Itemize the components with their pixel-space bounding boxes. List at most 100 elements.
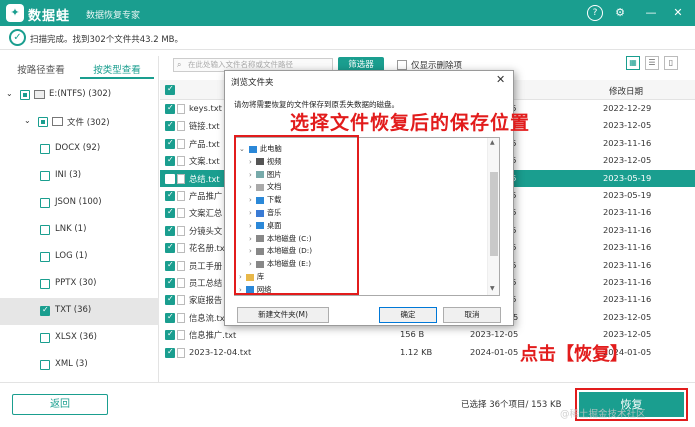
annotation-highlight-box xyxy=(234,135,359,295)
text-file-icon xyxy=(177,156,185,167)
text-file-icon xyxy=(177,173,185,184)
file-name: 信息推广.txt xyxy=(189,330,237,341)
select-all-checkbox[interactable] xyxy=(165,84,175,95)
row-checkbox[interactable] xyxy=(165,347,175,358)
row-checkbox[interactable] xyxy=(165,225,175,236)
tree-item-label: XML (3) xyxy=(55,359,88,369)
tree-item[interactable]: ⌄ E:(NTFS) (302) xyxy=(0,82,159,109)
chevron-down-icon[interactable]: ⌄ xyxy=(24,116,31,125)
file-size: 1.12 KB xyxy=(400,346,433,357)
tree-item-label: LNK (1) xyxy=(55,224,87,234)
tree-item-label: JSON (100) xyxy=(55,197,102,207)
text-file-icon xyxy=(177,104,185,114)
row-checkbox[interactable] xyxy=(165,277,175,288)
text-file-icon xyxy=(177,330,185,341)
close-button[interactable]: ✕ xyxy=(670,5,686,21)
row-checkbox[interactable] xyxy=(165,312,175,323)
scan-status-text: 扫描完成。找到302个文件共43.2 MB。 xyxy=(30,35,184,45)
file-name: 文案.txt xyxy=(189,156,220,167)
file-modified-date: 2023-05-19 xyxy=(603,172,652,183)
dialog-close-icon[interactable]: ✕ xyxy=(496,73,505,86)
tree-item[interactable]: INI (3) xyxy=(0,163,159,190)
tree-checkbox[interactable] xyxy=(38,117,48,127)
file-name: keys.txt xyxy=(189,103,222,113)
tree-checkbox[interactable] xyxy=(40,198,50,208)
tree-item-label: TXT (36) xyxy=(55,305,92,315)
row-checkbox[interactable] xyxy=(165,190,175,201)
tree-item-label: INI (3) xyxy=(55,170,82,180)
file-name: 家庭报告 xyxy=(189,295,223,306)
tree-item[interactable]: LNK (1) xyxy=(0,217,159,244)
app-subtitle: 数据恢复专家 xyxy=(86,11,141,21)
tree-scrollbar[interactable]: ▲ ▼ xyxy=(487,138,499,295)
list-view-icon[interactable]: ☰ xyxy=(645,56,659,70)
settings-icon[interactable]: ⚙ xyxy=(612,5,628,21)
dialog-cancel-button[interactable]: 取消 xyxy=(443,307,501,323)
dialog-title: 浏览文件夹 xyxy=(231,78,274,88)
file-name: 产品.txt xyxy=(189,138,220,149)
show-deleted-checkbox[interactable] xyxy=(397,60,407,70)
dialog-ok-button[interactable]: 确定 xyxy=(379,307,437,323)
tree-item[interactable]: TXT (36) xyxy=(0,298,159,325)
tree-checkbox[interactable] xyxy=(40,225,50,235)
tree-item[interactable]: JSON (100) xyxy=(0,190,159,217)
row-checkbox[interactable] xyxy=(165,120,175,132)
tree-checkbox[interactable] xyxy=(40,171,50,181)
file-name: 员工手册 xyxy=(189,260,223,271)
file-name: 信息流.txt xyxy=(189,312,228,323)
check-circle-icon: ✓ xyxy=(9,29,26,46)
tree-item[interactable]: LOG (1) xyxy=(0,244,159,271)
selection-summary: 已选择 36个项目/ 153 KB xyxy=(461,400,562,410)
grid-view-icon[interactable]: ▦ xyxy=(626,56,640,70)
file-name: 文案汇总 xyxy=(189,208,223,219)
tree-checkbox[interactable] xyxy=(40,144,50,154)
file-modified-date: 2023-11-16 xyxy=(603,207,652,218)
tree-scrollbar-thumb[interactable] xyxy=(490,172,498,256)
row-checkbox[interactable] xyxy=(165,103,175,114)
file-name: 链接.txt xyxy=(189,121,220,132)
row-checkbox[interactable] xyxy=(165,294,175,306)
app-logo-icon: ✦ xyxy=(6,4,24,22)
row-checkbox[interactable] xyxy=(165,260,175,271)
tree-checkbox[interactable] xyxy=(40,252,50,262)
tree-item[interactable]: PPTX (30) xyxy=(0,271,159,298)
tab-by-type[interactable]: 按类型查看 xyxy=(80,62,154,79)
preview-view-icon[interactable]: ▯ xyxy=(664,56,678,70)
file-modified-date: 2023-12-05 xyxy=(603,155,652,166)
text-file-icon xyxy=(177,243,185,254)
tree-item[interactable]: DOCX (92) xyxy=(0,136,159,163)
file-modified-date: 2023-11-16 xyxy=(603,294,652,305)
minimize-button[interactable]: — xyxy=(643,5,659,21)
tree-checkbox[interactable] xyxy=(40,360,50,370)
row-checkbox[interactable] xyxy=(165,138,175,149)
file-modified-date: 2023-11-16 xyxy=(603,224,652,235)
column-date-header[interactable]: 修改日期 xyxy=(609,85,643,97)
text-file-icon xyxy=(177,295,185,306)
row-checkbox[interactable] xyxy=(165,242,175,254)
file-name: 产品推广 xyxy=(189,191,223,201)
tree-item[interactable]: XLSX (36) xyxy=(0,325,159,352)
help-icon[interactable]: ? xyxy=(587,5,603,21)
tree-checkbox[interactable] xyxy=(40,305,50,316)
text-file-icon xyxy=(177,138,185,149)
file-modified-date: 2023-11-16 xyxy=(603,259,652,270)
back-button[interactable]: 返回 xyxy=(12,394,108,415)
row-checkbox[interactable] xyxy=(165,329,175,341)
file-name: 分镜头文 xyxy=(189,225,223,236)
tree-item[interactable]: XML (3) xyxy=(0,352,159,379)
watermark: @稀土掘金技术社区 xyxy=(560,409,646,420)
tree-item-label: E:(NTFS) (302) xyxy=(49,89,112,99)
chevron-down-icon[interactable]: ⌄ xyxy=(6,89,13,98)
tree-item[interactable]: ⌄ 文件 (302) xyxy=(0,109,159,136)
tree-checkbox[interactable] xyxy=(40,333,50,343)
row-checkbox[interactable] xyxy=(165,155,175,167)
new-folder-button[interactable]: 新建文件夹(M) xyxy=(237,307,329,323)
text-file-icon xyxy=(177,278,185,288)
drive-icon xyxy=(34,90,45,99)
tab-by-path[interactable]: 按路径查看 xyxy=(8,62,74,79)
row-checkbox[interactable] xyxy=(165,207,175,219)
tree-checkbox[interactable] xyxy=(20,90,30,100)
row-checkbox[interactable] xyxy=(165,173,175,184)
tree-checkbox[interactable] xyxy=(40,279,50,289)
search-icon: ⌕ xyxy=(177,60,182,69)
